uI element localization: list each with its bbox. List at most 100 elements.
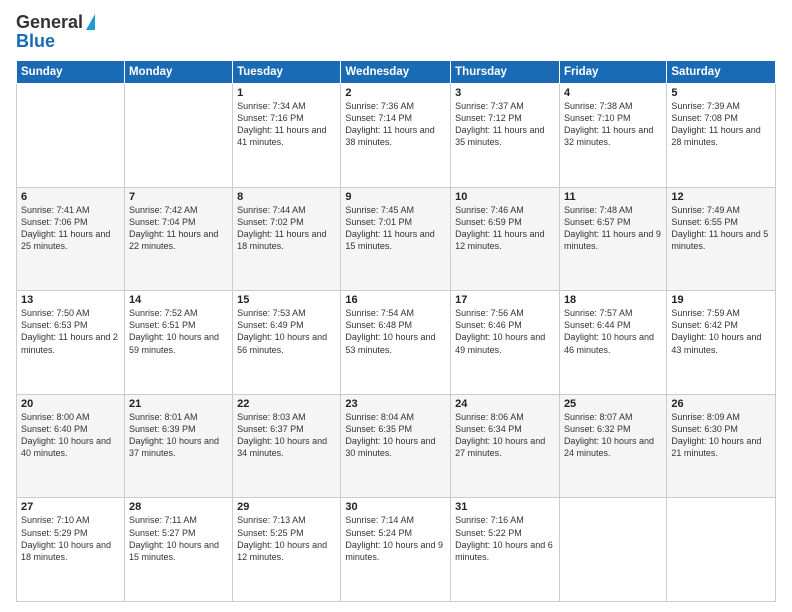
day-number: 7 <box>129 191 228 203</box>
calendar-cell: 21Sunrise: 8:01 AM Sunset: 6:39 PM Dayli… <box>124 394 232 498</box>
day-info: Sunrise: 7:50 AM Sunset: 6:53 PM Dayligh… <box>21 307 120 356</box>
calendar-week-4: 20Sunrise: 8:00 AM Sunset: 6:40 PM Dayli… <box>17 394 776 498</box>
calendar-cell: 4Sunrise: 7:38 AM Sunset: 7:10 PM Daylig… <box>559 84 666 188</box>
day-number: 10 <box>455 191 555 203</box>
day-info: Sunrise: 8:04 AM Sunset: 6:35 PM Dayligh… <box>345 411 446 460</box>
calendar-cell: 13Sunrise: 7:50 AM Sunset: 6:53 PM Dayli… <box>17 291 125 395</box>
calendar-cell: 26Sunrise: 8:09 AM Sunset: 6:30 PM Dayli… <box>667 394 776 498</box>
day-number: 16 <box>345 294 446 306</box>
day-number: 24 <box>455 398 555 410</box>
calendar-cell: 12Sunrise: 7:49 AM Sunset: 6:55 PM Dayli… <box>667 187 776 291</box>
calendar-cell: 20Sunrise: 8:00 AM Sunset: 6:40 PM Dayli… <box>17 394 125 498</box>
calendar-cell: 10Sunrise: 7:46 AM Sunset: 6:59 PM Dayli… <box>451 187 560 291</box>
logo-blue: Blue <box>16 31 55 52</box>
col-monday: Monday <box>124 61 232 84</box>
day-number: 22 <box>237 398 336 410</box>
day-info: Sunrise: 7:56 AM Sunset: 6:46 PM Dayligh… <box>455 307 555 356</box>
calendar-cell: 31Sunrise: 7:16 AM Sunset: 5:22 PM Dayli… <box>451 498 560 602</box>
day-number: 3 <box>455 87 555 99</box>
day-info: Sunrise: 7:14 AM Sunset: 5:24 PM Dayligh… <box>345 514 446 563</box>
calendar-cell: 24Sunrise: 8:06 AM Sunset: 6:34 PM Dayli… <box>451 394 560 498</box>
day-number: 12 <box>671 191 771 203</box>
day-info: Sunrise: 7:13 AM Sunset: 5:25 PM Dayligh… <box>237 514 336 563</box>
day-info: Sunrise: 7:38 AM Sunset: 7:10 PM Dayligh… <box>564 100 662 149</box>
day-number: 4 <box>564 87 662 99</box>
day-number: 28 <box>129 501 228 513</box>
day-info: Sunrise: 7:52 AM Sunset: 6:51 PM Dayligh… <box>129 307 228 356</box>
day-info: Sunrise: 7:46 AM Sunset: 6:59 PM Dayligh… <box>455 204 555 253</box>
day-info: Sunrise: 8:06 AM Sunset: 6:34 PM Dayligh… <box>455 411 555 460</box>
calendar-cell: 9Sunrise: 7:45 AM Sunset: 7:01 PM Daylig… <box>341 187 451 291</box>
day-number: 17 <box>455 294 555 306</box>
day-number: 27 <box>21 501 120 513</box>
calendar-cell: 30Sunrise: 7:14 AM Sunset: 5:24 PM Dayli… <box>341 498 451 602</box>
calendar-cell: 16Sunrise: 7:54 AM Sunset: 6:48 PM Dayli… <box>341 291 451 395</box>
day-info: Sunrise: 8:03 AM Sunset: 6:37 PM Dayligh… <box>237 411 336 460</box>
day-info: Sunrise: 7:42 AM Sunset: 7:04 PM Dayligh… <box>129 204 228 253</box>
day-number: 14 <box>129 294 228 306</box>
day-info: Sunrise: 7:34 AM Sunset: 7:16 PM Dayligh… <box>237 100 336 149</box>
calendar-cell: 14Sunrise: 7:52 AM Sunset: 6:51 PM Dayli… <box>124 291 232 395</box>
calendar-cell: 28Sunrise: 7:11 AM Sunset: 5:27 PM Dayli… <box>124 498 232 602</box>
day-info: Sunrise: 7:53 AM Sunset: 6:49 PM Dayligh… <box>237 307 336 356</box>
calendar-table: Sunday Monday Tuesday Wednesday Thursday… <box>16 60 776 602</box>
calendar-cell: 25Sunrise: 8:07 AM Sunset: 6:32 PM Dayli… <box>559 394 666 498</box>
day-number: 1 <box>237 87 336 99</box>
day-info: Sunrise: 7:10 AM Sunset: 5:29 PM Dayligh… <box>21 514 120 563</box>
day-info: Sunrise: 7:36 AM Sunset: 7:14 PM Dayligh… <box>345 100 446 149</box>
calendar-cell: 8Sunrise: 7:44 AM Sunset: 7:02 PM Daylig… <box>233 187 341 291</box>
calendar-body: 1Sunrise: 7:34 AM Sunset: 7:16 PM Daylig… <box>17 84 776 602</box>
day-number: 25 <box>564 398 662 410</box>
calendar-cell: 15Sunrise: 7:53 AM Sunset: 6:49 PM Dayli… <box>233 291 341 395</box>
day-number: 31 <box>455 501 555 513</box>
logo-triangle-icon <box>86 14 95 30</box>
calendar-cell <box>667 498 776 602</box>
day-number: 2 <box>345 87 446 99</box>
calendar-cell: 29Sunrise: 7:13 AM Sunset: 5:25 PM Dayli… <box>233 498 341 602</box>
day-number: 18 <box>564 294 662 306</box>
calendar-cell <box>559 498 666 602</box>
day-info: Sunrise: 7:41 AM Sunset: 7:06 PM Dayligh… <box>21 204 120 253</box>
day-info: Sunrise: 7:45 AM Sunset: 7:01 PM Dayligh… <box>345 204 446 253</box>
col-friday: Friday <box>559 61 666 84</box>
day-info: Sunrise: 7:59 AM Sunset: 6:42 PM Dayligh… <box>671 307 771 356</box>
calendar-week-2: 6Sunrise: 7:41 AM Sunset: 7:06 PM Daylig… <box>17 187 776 291</box>
day-info: Sunrise: 7:48 AM Sunset: 6:57 PM Dayligh… <box>564 204 662 253</box>
calendar-week-3: 13Sunrise: 7:50 AM Sunset: 6:53 PM Dayli… <box>17 291 776 395</box>
calendar-cell: 19Sunrise: 7:59 AM Sunset: 6:42 PM Dayli… <box>667 291 776 395</box>
calendar-cell: 7Sunrise: 7:42 AM Sunset: 7:04 PM Daylig… <box>124 187 232 291</box>
day-number: 29 <box>237 501 336 513</box>
day-info: Sunrise: 8:07 AM Sunset: 6:32 PM Dayligh… <box>564 411 662 460</box>
col-thursday: Thursday <box>451 61 560 84</box>
day-number: 26 <box>671 398 771 410</box>
day-info: Sunrise: 7:11 AM Sunset: 5:27 PM Dayligh… <box>129 514 228 563</box>
day-info: Sunrise: 7:44 AM Sunset: 7:02 PM Dayligh… <box>237 204 336 253</box>
day-info: Sunrise: 7:16 AM Sunset: 5:22 PM Dayligh… <box>455 514 555 563</box>
day-info: Sunrise: 8:09 AM Sunset: 6:30 PM Dayligh… <box>671 411 771 460</box>
calendar-week-5: 27Sunrise: 7:10 AM Sunset: 5:29 PM Dayli… <box>17 498 776 602</box>
day-info: Sunrise: 7:54 AM Sunset: 6:48 PM Dayligh… <box>345 307 446 356</box>
col-saturday: Saturday <box>667 61 776 84</box>
day-info: Sunrise: 8:00 AM Sunset: 6:40 PM Dayligh… <box>21 411 120 460</box>
day-number: 9 <box>345 191 446 203</box>
day-number: 5 <box>671 87 771 99</box>
day-number: 20 <box>21 398 120 410</box>
day-number: 23 <box>345 398 446 410</box>
logo-general: General <box>16 12 83 33</box>
calendar-cell: 22Sunrise: 8:03 AM Sunset: 6:37 PM Dayli… <box>233 394 341 498</box>
calendar-cell: 17Sunrise: 7:56 AM Sunset: 6:46 PM Dayli… <box>451 291 560 395</box>
day-info: Sunrise: 7:39 AM Sunset: 7:08 PM Dayligh… <box>671 100 771 149</box>
day-number: 30 <box>345 501 446 513</box>
day-number: 11 <box>564 191 662 203</box>
calendar-cell: 23Sunrise: 8:04 AM Sunset: 6:35 PM Dayli… <box>341 394 451 498</box>
col-wednesday: Wednesday <box>341 61 451 84</box>
day-info: Sunrise: 7:57 AM Sunset: 6:44 PM Dayligh… <box>564 307 662 356</box>
day-number: 8 <box>237 191 336 203</box>
calendar-cell: 2Sunrise: 7:36 AM Sunset: 7:14 PM Daylig… <box>341 84 451 188</box>
calendar-cell: 5Sunrise: 7:39 AM Sunset: 7:08 PM Daylig… <box>667 84 776 188</box>
logo: General Blue <box>16 12 95 52</box>
calendar-cell: 27Sunrise: 7:10 AM Sunset: 5:29 PM Dayli… <box>17 498 125 602</box>
calendar-header-row: Sunday Monday Tuesday Wednesday Thursday… <box>17 61 776 84</box>
col-tuesday: Tuesday <box>233 61 341 84</box>
day-info: Sunrise: 7:37 AM Sunset: 7:12 PM Dayligh… <box>455 100 555 149</box>
